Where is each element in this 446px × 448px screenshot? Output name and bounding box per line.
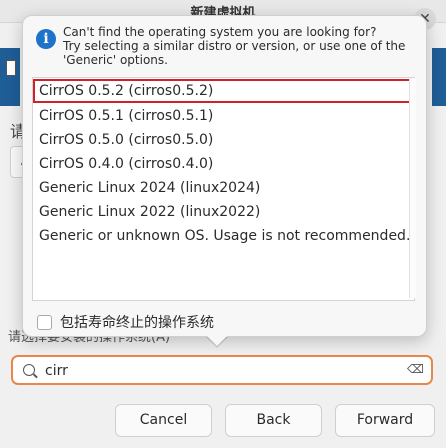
forward-button[interactable]: Forward [335,404,435,437]
install-media-icon [0,48,20,106]
os-list-item-linux2022[interactable]: Generic Linux 2022 (linux2022) [33,200,414,224]
os-list-scrollbar[interactable] [409,78,416,298]
cancel-button[interactable]: Cancel [115,404,212,437]
os-list-item-linux2024[interactable]: Generic Linux 2024 (linux2024) [33,176,414,200]
os-list-item-cirros-040[interactable]: CirrOS 0.4.0 (cirros0.4.0) [33,152,414,176]
os-list-item-cirros-052[interactable]: CirrOS 0.5.2 (cirros0.5.2) [33,79,414,103]
back-button[interactable]: Back [225,404,322,437]
os-list: CirrOS 0.5.2 (cirros0.5.2) CirrOS 0.5.1 … [32,77,415,301]
os-search-input[interactable] [43,360,397,382]
info-icon: i [36,29,56,49]
os-suggestion-popover: i Can't find the operating system you ar… [22,15,427,337]
include-eol-label: 包括寿命终止的操作系统 [60,315,214,331]
info-message: Can't find the operating system you are … [63,25,406,67]
os-list-item-cirros-051[interactable]: CirrOS 0.5.1 (cirros0.5.1) [33,104,414,128]
include-eol-option[interactable]: 包括寿命终止的操作系统 [37,312,214,332]
clear-icon[interactable]: ⌫ [407,363,424,375]
os-list-item-cirros-050[interactable]: CirrOS 0.5.0 (cirros0.5.0) [33,128,414,152]
background-panel [432,48,446,106]
include-eol-checkbox[interactable] [37,314,52,330]
search-icon [23,364,35,376]
os-list-item-generic[interactable]: Generic or unknown OS. Usage is not reco… [33,224,414,248]
os-search-field[interactable]: ⌫ [11,355,433,385]
popover-arrow [205,334,229,346]
